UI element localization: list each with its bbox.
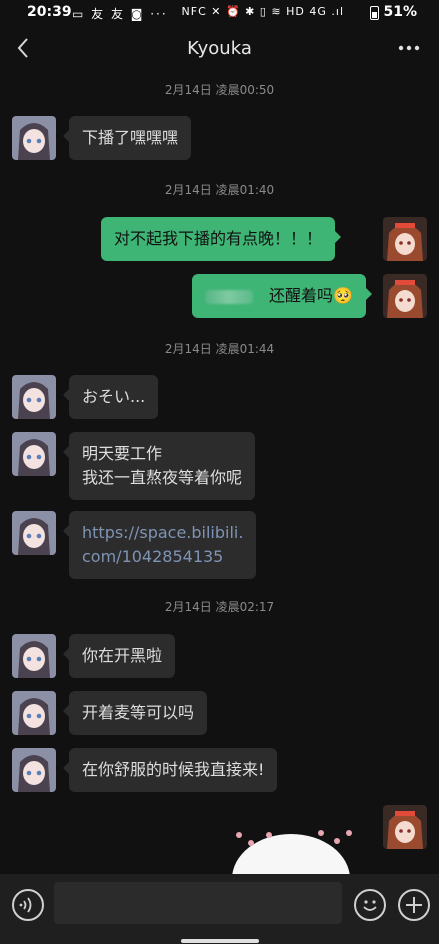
message-bubble[interactable]: 你在开黑啦 (62, 634, 176, 678)
sticker-dot (346, 830, 352, 836)
input-bar (0, 874, 439, 944)
voice-icon[interactable] (12, 889, 44, 921)
contact-avatar[interactable] (12, 691, 56, 735)
chat-title: Kyouka (187, 38, 252, 59)
contact-avatar[interactable] (12, 432, 56, 476)
battery-percent: 51% (383, 4, 417, 20)
status-system-icons: NFC ✕ ⏰ ✱ ▯ ≋ HD 4G .ıl (181, 5, 344, 18)
message-bubble[interactable]: 明天要工作 我还一直熬夜等着你呢 (62, 432, 256, 500)
message-bubble[interactable]: 对不起我下播的有点晚！！！ (101, 217, 342, 261)
message-bubble[interactable]: おそい... (62, 375, 159, 419)
message-bubble[interactable]: 在你舒服的时候我直接来! (62, 748, 278, 792)
status-bar: 20:39 ▭ 友 友 ◙ ··· NFC ✕ ⏰ ✱ ▯ ≋ HD 4G .ı… (0, 0, 439, 26)
plus-icon[interactable] (398, 889, 430, 921)
self-avatar[interactable] (383, 805, 427, 849)
self-avatar[interactable] (383, 274, 427, 318)
contact-avatar[interactable] (12, 634, 56, 678)
message-link[interactable]: https://space.bilibili. com/1042854135 (62, 511, 257, 579)
battery-icon (370, 6, 379, 20)
sticker-dot (236, 832, 242, 838)
redacted-text (205, 289, 253, 304)
sticker-dot (248, 840, 254, 846)
timestamp: 2月14日 凌晨01:44 (164, 342, 275, 356)
status-time: 20:39 (27, 4, 72, 20)
emoji-icon[interactable] (354, 889, 386, 921)
message-bubble[interactable]: 下播了嘿嘿嘿 (62, 116, 192, 160)
more-dots-icon[interactable] (397, 34, 421, 68)
contact-avatar[interactable] (12, 748, 56, 792)
message-bubble[interactable]: 还醒着吗🥺 (192, 274, 372, 318)
sticker-message[interactable] (226, 826, 356, 876)
status-notification-icons: ▭ 友 友 ◙ ··· (72, 7, 168, 21)
contact-avatar[interactable] (12, 511, 56, 555)
contact-avatar[interactable] (12, 116, 56, 160)
self-avatar[interactable] (383, 217, 427, 261)
timestamp: 2月14日 凌晨02:17 (164, 600, 275, 614)
message-bubble[interactable]: 开着麦等可以吗 (62, 691, 208, 735)
timestamp: 2月14日 凌晨01:40 (164, 183, 275, 197)
sticker-dot (334, 838, 340, 844)
sticker-dot (318, 830, 324, 836)
sticker-dot (266, 832, 272, 838)
timestamp: 2月14日 凌晨00:50 (164, 83, 275, 97)
home-indicator[interactable] (181, 939, 259, 943)
chat-header: Kyouka (0, 26, 439, 74)
message-input[interactable] (54, 882, 342, 924)
contact-avatar[interactable] (12, 375, 56, 419)
message-text: 还醒着吗🥺 (269, 286, 353, 305)
